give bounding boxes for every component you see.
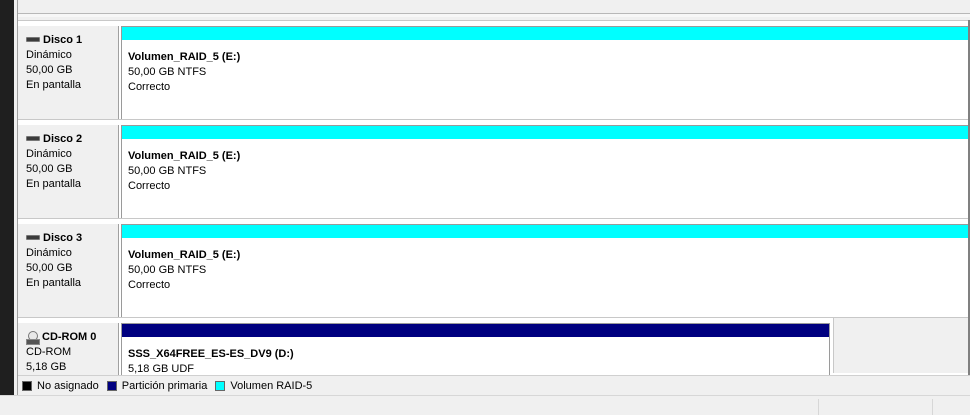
disk-type: Dinámico (26, 49, 72, 61)
disk-title-2: Disco 2 (26, 132, 118, 147)
legend-swatch (106, 380, 117, 391)
disk-name: Disco 2 (43, 133, 83, 145)
hard-disk-icon (26, 36, 40, 42)
disk-header-1[interactable]: Disco 1 Dinámico 50,00 GB En pantalla (18, 26, 119, 120)
volume-size-fs: 50,00 GB NTFS (128, 165, 207, 177)
disk-name: Disco 3 (43, 232, 83, 244)
volume-health: Correcto (128, 180, 171, 192)
disk-type: Dinámico (26, 247, 72, 259)
volume-type-bar (122, 126, 970, 139)
cdrom-size: 5,18 GB (26, 361, 67, 373)
disk-header-3[interactable]: Disco 3 Dinámico 50,00 GB En pantalla (18, 224, 119, 318)
status-segment (932, 399, 970, 415)
left-window-border (0, 0, 14, 395)
column-header-strip (17, 13, 970, 17)
legend-label: Volumen RAID-5 (230, 379, 313, 392)
disk-size: 50,00 GB (26, 64, 73, 76)
volume-info: Volumen_RAID_5 (E:) 50,00 GB NTFS Correc… (122, 238, 970, 293)
cdrom-title: CD-ROM 0 (26, 330, 118, 345)
volume-block-2[interactable]: Volumen_RAID_5 (E:) 50,00 GB NTFS Correc… (121, 125, 970, 219)
volume-block-1[interactable]: Volumen_RAID_5 (E:) 50,00 GB NTFS Correc… (121, 26, 970, 120)
disk-graphical-view: Disco 1 Dinámico 50,00 GB En pantalla Vo… (18, 20, 970, 375)
volume-name: SSS_X64FREE_ES-ES_DV9 (D:) (128, 348, 294, 360)
status-segment (818, 399, 932, 415)
hard-disk-icon (26, 234, 40, 240)
volume-info: Volumen_RAID_5 (E:) 50,00 GB NTFS Correc… (122, 40, 970, 95)
disk-title-1: Disco 1 (26, 33, 118, 48)
legend-swatch (22, 380, 32, 391)
hard-disk-icon (26, 135, 40, 141)
legend-bar: No asignado Partición primaria Volumen R… (18, 375, 970, 395)
volume-name: Volumen_RAID_5 (E:) (128, 150, 241, 162)
top-toolbar-area (0, 0, 970, 20)
disk-row-3: Disco 3 Dinámico 50,00 GB En pantalla Vo… (18, 218, 970, 318)
legend-item-unallocated: No asignado (22, 380, 99, 392)
legend-item-primary-partition: Partición primaria (106, 379, 208, 392)
legend-item-raid5: Volumen RAID-5 (215, 380, 312, 392)
cd-rom-icon (26, 331, 40, 345)
disk-type: Dinámico (26, 148, 72, 160)
cdrom-row: CD-ROM 0 CD-ROM 5,18 GB SSS_X64FREE_ES-E… (18, 317, 970, 375)
volume-type-bar (122, 324, 829, 337)
volume-info: Volumen_RAID_5 (E:) 50,00 GB NTFS Correc… (122, 139, 970, 194)
legend-swatch (215, 380, 226, 391)
disk-status: En pantalla (26, 178, 82, 190)
cdrom-empty-area (833, 318, 970, 373)
volume-type-bar (122, 27, 970, 40)
volume-block-3[interactable]: Volumen_RAID_5 (E:) 50,00 GB NTFS Correc… (121, 224, 970, 318)
disk-size: 50,00 GB (26, 262, 73, 274)
volume-size-fs: 5,18 GB UDF (128, 363, 195, 375)
disk-status: En pantalla (26, 79, 82, 91)
volume-name: Volumen_RAID_5 (E:) (128, 51, 241, 63)
disk-row-2: Disco 2 Dinámico 50,00 GB En pantalla Vo… (18, 119, 970, 219)
disk-row-1: Disco 1 Dinámico 50,00 GB En pantalla Vo… (18, 20, 970, 120)
disk-size: 50,00 GB (26, 163, 73, 175)
disk-name: Disco 1 (43, 34, 83, 46)
cdrom-volume-block[interactable]: SSS_X64FREE_ES-ES_DV9 (D:) 5,18 GB UDF (121, 323, 830, 375)
status-bar (0, 395, 970, 415)
disk-title-3: Disco 3 (26, 231, 118, 246)
cdrom-header[interactable]: CD-ROM 0 CD-ROM 5,18 GB (18, 323, 119, 375)
disk-status: En pantalla (26, 277, 82, 289)
volume-info: SSS_X64FREE_ES-ES_DV9 (D:) 5,18 GB UDF (122, 337, 829, 375)
volume-size-fs: 50,00 GB NTFS (128, 66, 207, 78)
cdrom-name: CD-ROM 0 (42, 331, 97, 343)
legend-label: No asignado (37, 379, 99, 392)
cdrom-type: CD-ROM (26, 346, 72, 358)
legend-label: Partición primaria (121, 379, 208, 392)
volume-size-fs: 50,00 GB NTFS (128, 264, 207, 276)
disk-header-2[interactable]: Disco 2 Dinámico 50,00 GB En pantalla (18, 125, 119, 219)
volume-health: Correcto (128, 81, 171, 93)
volume-health: Correcto (128, 279, 171, 291)
volume-type-bar (122, 225, 970, 238)
volume-name: Volumen_RAID_5 (E:) (128, 249, 241, 261)
